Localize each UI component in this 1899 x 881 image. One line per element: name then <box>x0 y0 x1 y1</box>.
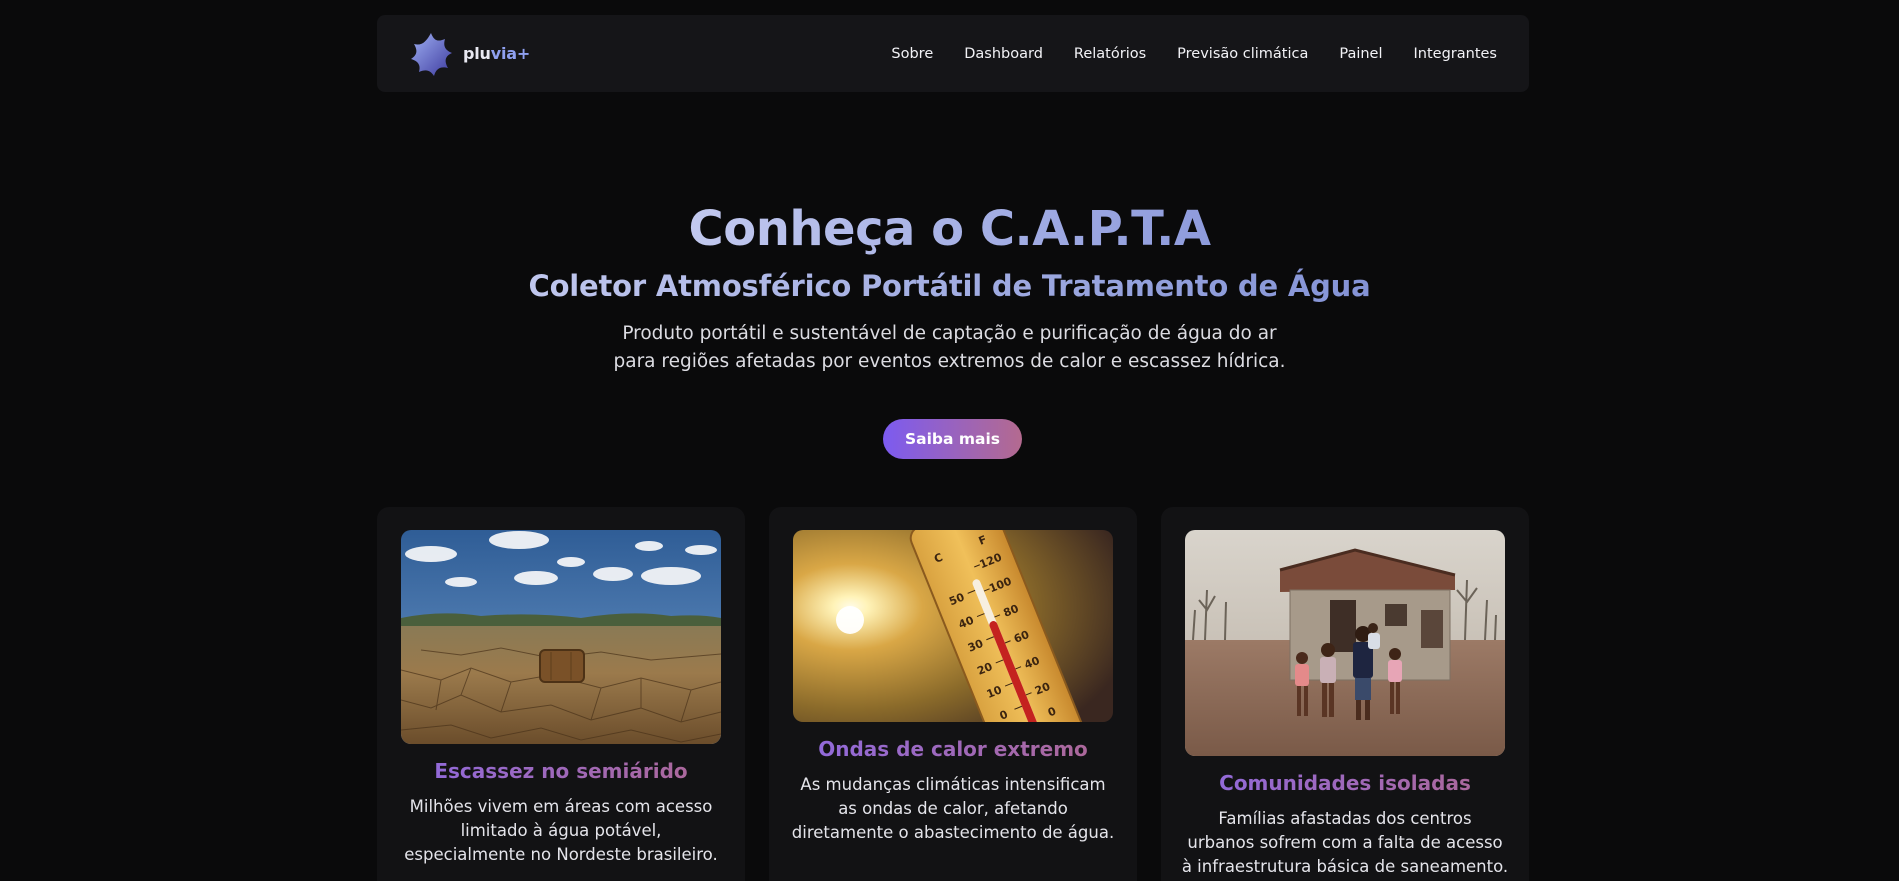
hero-description-line: Produto portátil e sustentável de captaç… <box>622 323 1277 344</box>
card-ondas-de-calor: C F 50 40 30 20 10 0 120 100 80 60 40 20… <box>769 507 1137 881</box>
card-text-line: diretamente o abastecimento de água. <box>791 823 1115 842</box>
rural-family-house-photo <box>1185 530 1505 756</box>
card-text-line: Milhões vivem em áreas com acesso <box>409 797 713 816</box>
card-text: Famílias afastadas dos centros urbanos s… <box>1181 807 1509 879</box>
blob-star-logo-icon <box>411 32 452 76</box>
card-title: Ondas de calor extremo <box>769 737 1137 761</box>
card-comunidades-isoladas: Comunidades isoladas Famílias afastadas … <box>1161 507 1529 881</box>
card-text-line: limitado à água potável, <box>460 821 662 840</box>
card-text-line: As mudanças climáticas intensificam <box>800 775 1106 794</box>
hero-subtitle: Coletor Atmosférico Portátil de Tratamen… <box>529 266 1371 306</box>
card-text-line: especialmente no Nordeste brasileiro. <box>404 845 718 864</box>
nav-link-painel[interactable]: Painel <box>1339 46 1382 62</box>
nav-link-sobre[interactable]: Sobre <box>891 46 933 62</box>
card-text: Milhões vivem em áreas com acesso limita… <box>397 795 725 867</box>
saiba-mais-button[interactable]: Saiba mais <box>883 419 1022 459</box>
hero-description: Produto portátil e sustentável de captaç… <box>0 320 1899 376</box>
brand-name: pluvia+ <box>463 44 531 63</box>
nav-link-previsao-climatica[interactable]: Previsão climática <box>1177 46 1308 62</box>
card-text-line: Famílias afastadas dos centros <box>1218 809 1472 828</box>
card-title: Comunidades isoladas <box>1161 771 1529 795</box>
nav-link-relatorios[interactable]: Relatórios <box>1074 46 1146 62</box>
hero-section: Conheça o C.A.P.T.A Coletor Atmosférico … <box>0 196 1899 376</box>
card-title: Escassez no semiárido <box>377 759 745 783</box>
card-text: As mudanças climáticas intensificam as o… <box>789 773 1117 845</box>
drought-cracked-earth-photo <box>401 530 721 744</box>
nav-link-integrantes[interactable]: Integrantes <box>1414 46 1497 62</box>
card-text-line: urbanos sofrem com a falta de acesso <box>1187 833 1503 852</box>
nav-link-dashboard[interactable]: Dashboard <box>964 46 1043 62</box>
hero-title: Conheça o C.A.P.T.A <box>688 196 1211 262</box>
card-escassez: Escassez no semiárido Milhões vivem em á… <box>377 507 745 881</box>
hero-description-line: para regiões afetadas por eventos extrem… <box>613 351 1286 372</box>
thermometer-sun-photo: C F 50 40 30 20 10 0 120 100 80 60 40 20… <box>793 530 1113 722</box>
navbar: pluvia+ Sobre Dashboard Relatórios Previ… <box>377 15 1529 92</box>
card-text-line: as ondas de calor, afetando <box>838 799 1068 818</box>
card-text-line: à infraestrutura básica de saneamento. <box>1181 857 1509 876</box>
brand-home-link[interactable]: pluvia+ <box>407 30 530 78</box>
nav-links: Sobre Dashboard Relatórios Previsão clim… <box>891 46 1497 62</box>
